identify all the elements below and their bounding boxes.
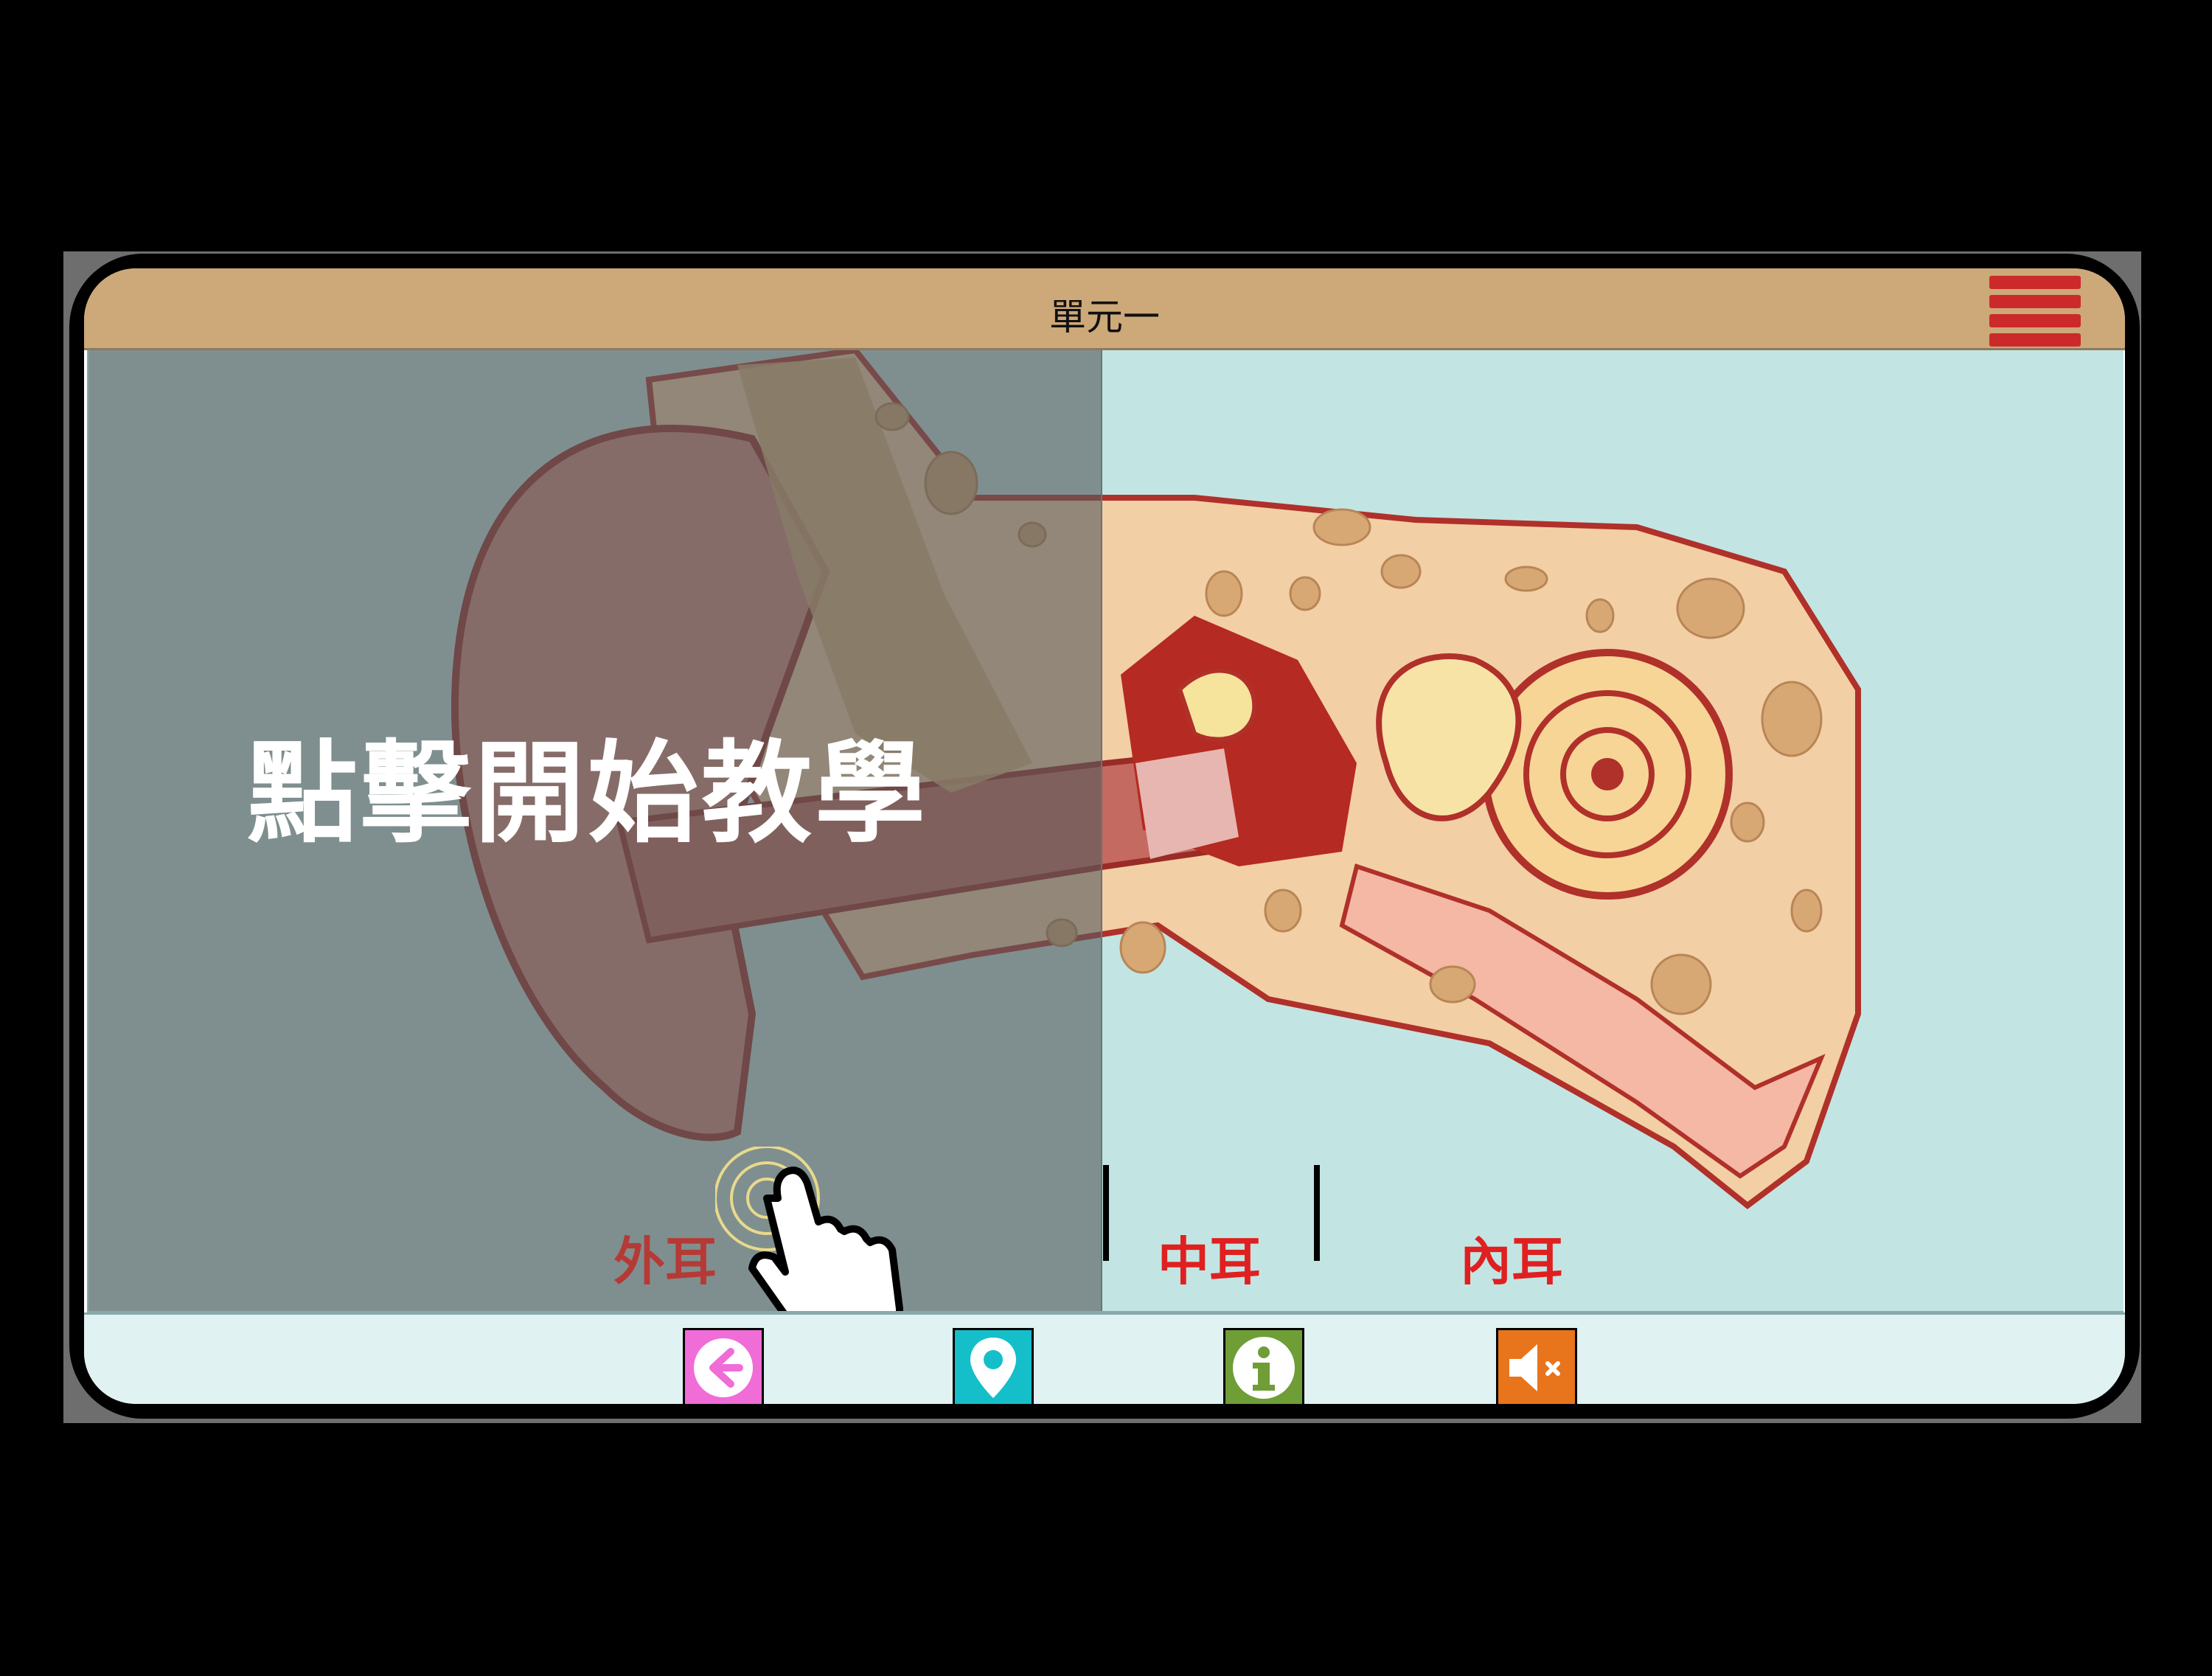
info-icon (1233, 1337, 1295, 1399)
speaker-muted-icon (1509, 1344, 1560, 1391)
app-screen: 單元一 點擊開始教學 外耳 中耳 內耳 (84, 268, 2125, 1404)
sound-toggle-button[interactable] (1496, 1328, 1577, 1404)
middle-ear-left-divider (1103, 1165, 1109, 1261)
arrow-left-icon (694, 1338, 753, 1397)
title-bar: 單元一 (84, 268, 2125, 350)
location-button[interactable] (953, 1328, 1034, 1404)
page-title: 單元一 (1049, 296, 1160, 338)
outer-ear-label[interactable]: 外耳 (613, 1220, 717, 1295)
location-pin-icon (970, 1338, 1016, 1398)
back-button[interactable] (683, 1328, 764, 1404)
start-tutorial-headline[interactable]: 點擊開始教學 (247, 704, 928, 864)
info-button[interactable] (1223, 1328, 1304, 1404)
tap-hand-icon (715, 1147, 903, 1311)
bottom-toolbar (84, 1312, 2125, 1404)
middle-ear-label[interactable]: 中耳 (1158, 1220, 1261, 1295)
middle-ear-right-divider (1314, 1165, 1320, 1261)
inner-ear-label[interactable]: 內耳 (1460, 1220, 1563, 1295)
hamburger-menu-icon[interactable] (1989, 276, 2081, 347)
ear-diagram-area: 點擊開始教學 外耳 中耳 內耳 (87, 350, 2124, 1312)
